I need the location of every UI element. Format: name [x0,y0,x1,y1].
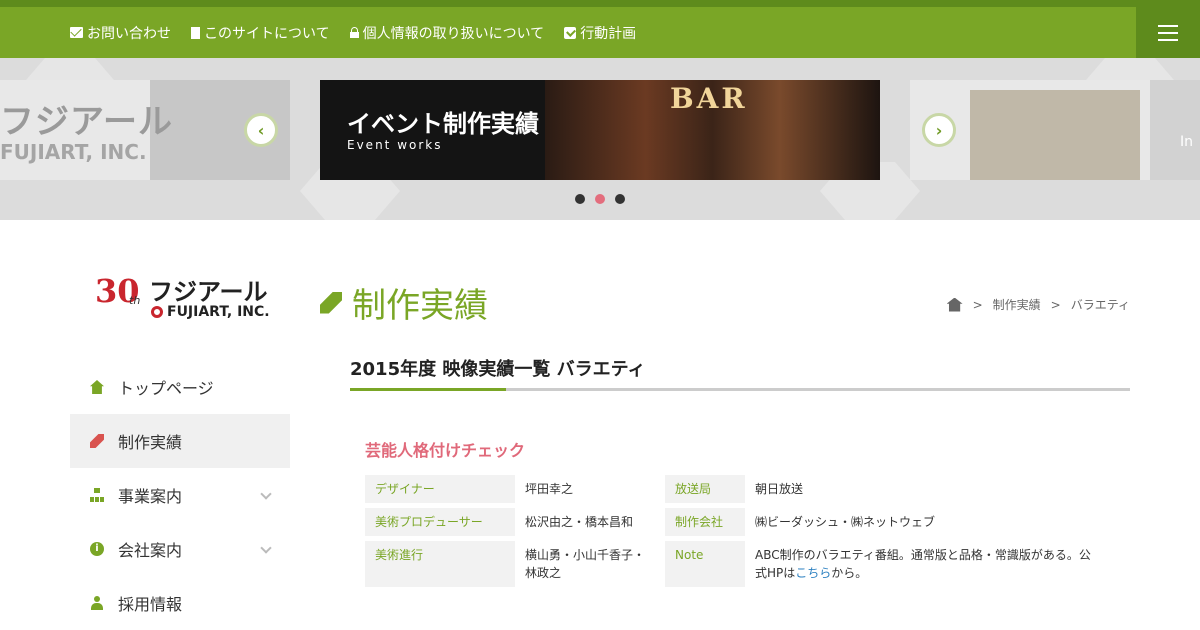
building-image [1150,80,1200,180]
logo-en: FUJIART, INC. [167,304,270,320]
sidebar-nav: トップページ 制作実績 事業案内 i 会社案内 採用情報 [70,360,290,630]
logo-jp: フジアール [149,278,268,306]
page-title: 制作実績 [352,286,488,326]
topnav-label: 行動計画 [580,25,637,42]
hamburger-menu-button[interactable] [1136,0,1200,66]
sidebar-item-label: トップページ [118,379,214,398]
note-label: Note [665,541,745,587]
official-site-link[interactable]: こちら [795,566,831,580]
progress-label: 美術進行 [365,541,515,587]
slide-current[interactable]: BAR イベント制作実績 Event works [320,80,880,180]
slide-logo-text: フジアール [0,102,173,142]
topnav-action-plan-link[interactable]: 行動計画 [564,23,636,43]
note-line: 式HPは [755,566,796,580]
slider-dot-active[interactable] [595,194,605,204]
progress-line: 横山勇・小山千香子・ [525,548,646,562]
home-icon[interactable] [946,297,963,312]
check-square-icon [564,26,577,39]
note-line: から。 [831,566,868,580]
slide-title: イベント制作実績 [347,110,539,138]
sidebar-item-label: 採用情報 [118,595,183,614]
producer-label: 美術プロデューサー [365,508,515,536]
sidebar-item-label: 制作実績 [118,433,183,452]
sidebar-item-company[interactable]: i 会社案内 [70,522,290,576]
site-logo[interactable]: 30 th フジアール FUJIART, INC. [95,272,270,324]
chevron-down-icon[interactable] [260,542,272,554]
breadcrumb-current: バラエティ [1070,298,1130,312]
user-icon [90,596,104,610]
slider-prev-button[interactable]: ‹ [244,113,278,147]
lock-icon [349,27,359,38]
top-nav: お問い合わせ このサイトについて 個人情報の取り扱いについて 行動計画 [70,7,636,58]
slide-logo-sub: FUJIART, INC. [0,140,147,164]
sidebar-item-business[interactable]: 事業案内 [70,468,290,522]
slider-dots [575,194,625,204]
station-label: 放送局 [665,475,745,503]
company-label: 制作会社 [665,508,745,536]
chevron-right-icon: › [935,120,943,140]
note-line: ABC制作のバラエティ番組。通常版と品格・常識版がある。公 [755,548,1091,562]
progress-line: 林政之 [525,566,562,580]
topnav-label: このサイトについて [204,25,330,42]
slider-dot[interactable] [575,194,585,204]
page-heading: 制作実績 [320,278,488,327]
topnav-privacy-link[interactable]: 個人情報の取り扱いについて [349,23,545,43]
sidebar-item-recruit[interactable]: 採用情報 [70,576,290,630]
sidebar-item-top[interactable]: トップページ [70,360,290,414]
home-icon [90,380,104,394]
hamburger-icon [1158,25,1178,27]
sidebar-item-works[interactable]: 制作実績 [70,414,290,468]
designer-label: デザイナー [365,475,515,503]
producer-value: 松沢由之・橋本昌和 [525,515,634,529]
info-icon: i [90,542,104,556]
company-value: ㈱ビーダッシュ・㈱ネットウェブ [755,515,936,529]
bullseye-icon [151,306,163,318]
topnav-about-link[interactable]: このサイトについて [191,23,330,43]
topnav-contact-link[interactable]: お問い合わせ [70,23,171,43]
topnav-label: 個人情報の取り扱いについて [362,25,545,42]
file-icon [191,26,200,39]
slide-subtitle: Event works [347,138,443,152]
wrench-icon [90,434,104,448]
section-title-accent [350,388,506,391]
breadcrumb-separator: > [972,297,983,312]
station-value: 朝日放送 [755,482,804,496]
sidebar-item-label: 会社案内 [118,541,183,560]
breadcrumb-works-link[interactable]: 制作実績 [993,296,1041,313]
chevron-down-icon[interactable] [260,488,272,500]
slide-peek-text: In [1180,134,1194,150]
section-title: 2015年度 映像実績一覧 バラエティ [350,357,1130,391]
logo-th: th [129,294,141,307]
sitemap-icon [90,488,104,502]
breadcrumb: > 制作実績 > バラエティ [946,296,1130,313]
hamburger-line [1158,39,1178,41]
sidebar-item-label: 事業案内 [118,487,183,506]
wrench-icon [320,291,342,314]
envelope-icon [70,27,83,38]
bar-sign-text: BAR [670,82,748,115]
designer-value: 坪田幸之 [525,482,574,496]
section-title-text: 2015年度 映像実績一覧 バラエティ [350,359,646,380]
progress-value: 横山勇・小山千香子・ 林政之 [515,541,665,587]
topnav-label: お問い合わせ [87,25,171,42]
chevron-left-icon: ‹ [257,120,265,140]
breadcrumb-separator: > [1050,297,1061,312]
hero-slider: フジアール FUJIART, INC. BAR イベント制作実績 Event w… [0,58,1200,220]
hamburger-line [1158,32,1178,34]
note-value: ABC制作のバラエティ番組。通常版と品格・常識版がある。公 式HPはこちらから。 [745,541,1105,587]
building-image [970,90,1140,180]
work-title: 芸能人格付けチェック [365,441,526,460]
slider-dot[interactable] [615,194,625,204]
slider-next-button[interactable]: › [922,113,956,147]
